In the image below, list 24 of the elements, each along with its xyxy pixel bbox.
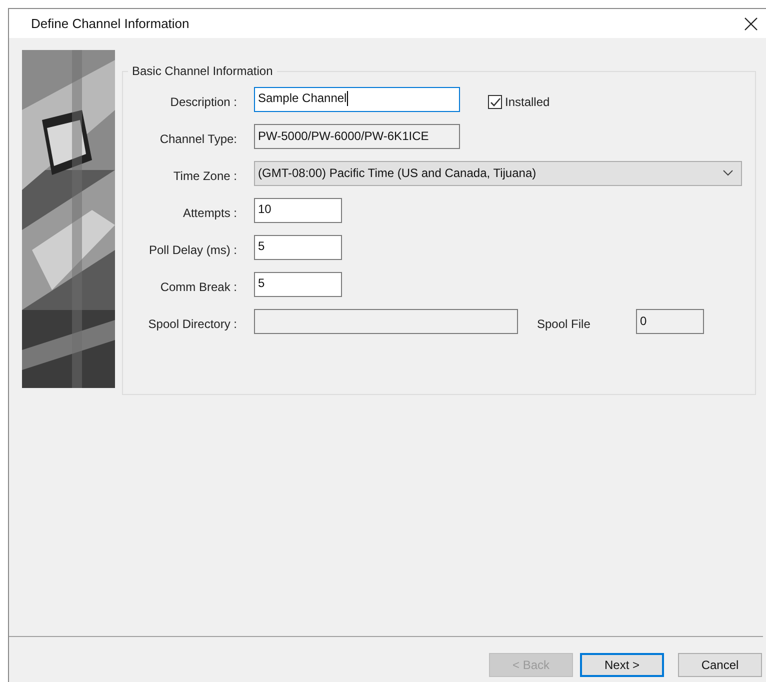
wizard-button[interactable]: Next > — [580, 653, 664, 677]
close-icon — [744, 16, 758, 30]
input-field[interactable]: 10 — [254, 198, 342, 222]
window-title: Define Channel Information — [31, 16, 190, 31]
input-field[interactable]: PW-5000/PW-6000/PW-6K1ICE — [254, 124, 460, 148]
field-label: Comm Break : — [159, 278, 237, 294]
input-field[interactable]: 0 — [636, 308, 704, 334]
field-label: Spool Directory : — [147, 316, 237, 330]
input-field[interactable]: 5 — [254, 272, 342, 296]
field-label: Attempts : — [182, 204, 237, 220]
input-field[interactable]: Sample Channel — [254, 86, 460, 112]
group-title: Basic Channel Information — [131, 64, 274, 78]
field-label: Channel Type: — [158, 130, 237, 146]
wizard-button[interactable]: Cancel — [678, 653, 762, 677]
chevron-down-icon — [723, 170, 733, 176]
input-field[interactable]: 5 — [254, 234, 342, 260]
input-field[interactable] — [254, 308, 518, 334]
field-label: Description : — [169, 94, 237, 108]
time-zone-dropdown[interactable]: (GMT-08:00) Pacific Time (US and Canada, Tijuana) — [254, 160, 742, 186]
field-label: Poll Delay (ms) : — [148, 242, 237, 256]
installed-checkbox[interactable]: Installed — [488, 89, 550, 109]
field-label: Spool File — [537, 316, 592, 330]
field-label: Time Zone : — [172, 168, 237, 182]
checkmark-icon — [490, 96, 500, 108]
